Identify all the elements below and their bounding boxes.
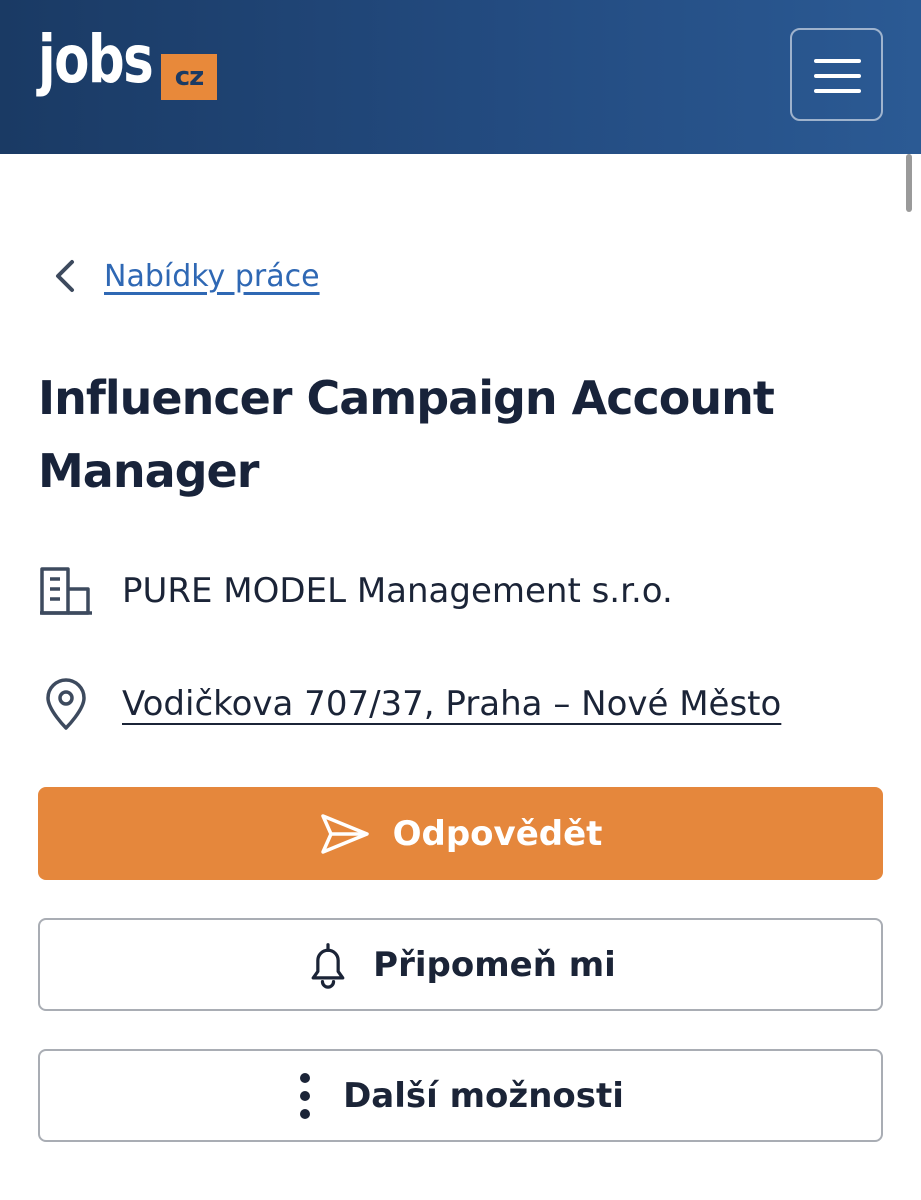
more-options-label: Další možnosti (343, 1075, 624, 1116)
hamburger-menu-icon (814, 74, 861, 78)
send-icon (320, 813, 369, 854)
logo-badge: cz (161, 54, 217, 100)
building-icon (40, 567, 92, 615)
more-options-button[interactable]: Další možnosti (38, 1049, 883, 1142)
menu-button[interactable] (790, 28, 883, 121)
more-vertical-icon (300, 1072, 311, 1119)
chevron-left-icon[interactable] (50, 254, 80, 298)
logo-text: jobs (38, 21, 154, 98)
respond-button[interactable]: Odpovědět (38, 787, 883, 880)
remind-me-button[interactable]: Připomeň mi (38, 918, 883, 1011)
job-title: Influencer Campaign Account Manager (38, 371, 775, 498)
company-row: PURE MODEL Management s.r.o. (38, 563, 673, 619)
hamburger-menu-icon (814, 89, 861, 93)
bell-icon (311, 942, 345, 989)
breadcrumb-link-job-offers[interactable]: Nabídky práce (104, 259, 320, 294)
remind-me-label: Připomeň mi (373, 944, 616, 985)
breadcrumb: Nabídky práce (50, 252, 320, 300)
address-link[interactable]: Vodičkova 707/37, Praha – Nové Město (122, 684, 781, 724)
location-pin-icon (46, 678, 86, 730)
hamburger-menu-icon (814, 59, 861, 63)
site-header: jobs cz (0, 0, 921, 154)
scrollbar[interactable] (906, 154, 912, 212)
company-name[interactable]: PURE MODEL Management s.r.o. (122, 571, 673, 611)
respond-label: Odpovědět (392, 813, 603, 854)
address-row: Vodičkova 707/37, Praha – Nové Město (38, 676, 781, 732)
